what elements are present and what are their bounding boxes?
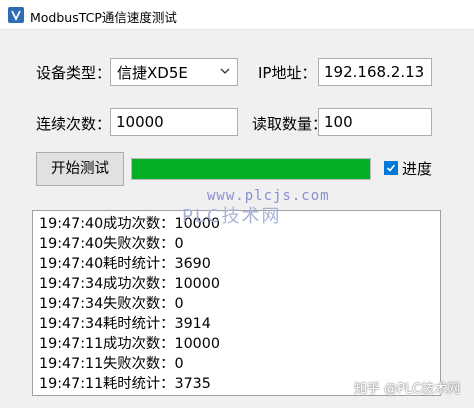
title-bar: ModbusTCP通信速度测试 xyxy=(0,0,474,30)
ip-address-label: IP地址： xyxy=(258,64,317,82)
log-line: 19:47:34成功次数：10000 xyxy=(39,276,220,292)
device-type-select[interactable]: 信捷XD5E xyxy=(110,58,238,86)
progress-bar-fill xyxy=(132,159,370,179)
read-quantity-input[interactable] xyxy=(319,109,431,135)
progress-bar xyxy=(131,158,371,180)
continuous-count-label: 连续次数： xyxy=(36,115,112,133)
chevron-down-icon xyxy=(220,68,230,74)
log-line: 19:47:34耗时统计：3914 xyxy=(39,316,211,332)
zhihu-watermark: 知乎 @PLC技术网 xyxy=(354,382,461,397)
log-line: 19:47:11失败次数：0 xyxy=(39,356,184,372)
progress-checkbox[interactable] xyxy=(384,161,398,175)
checkmark-icon xyxy=(386,164,396,172)
app-icon xyxy=(8,7,24,23)
log-listbox[interactable]: 19:47:40成功次数：10000 19:47:40失败次数：0 19:47:… xyxy=(32,210,441,396)
window-title: ModbusTCP通信速度测试 xyxy=(30,10,177,25)
device-type-value: 信捷XD5E xyxy=(117,64,188,82)
log-line: 19:47:11成功次数：10000 xyxy=(39,336,220,352)
log-line: 19:47:40耗时统计：3690 xyxy=(39,256,211,272)
log-line: 19:47:34失败次数：0 xyxy=(39,296,184,312)
continuous-count-input[interactable] xyxy=(111,109,237,135)
device-type-label: 设备类型： xyxy=(36,64,112,82)
read-quantity-label: 读取数量： xyxy=(252,115,328,133)
log-line: 19:47:11耗时统计：3735 xyxy=(39,376,211,392)
ip-address-input[interactable] xyxy=(319,59,431,85)
read-quantity-field[interactable] xyxy=(318,108,432,136)
site-name-watermark: PLC技术网 xyxy=(182,206,282,227)
ip-address-field[interactable] xyxy=(318,58,432,86)
progress-checkbox-label: 进度 xyxy=(402,160,433,178)
log-line: 19:47:40失败次数：0 xyxy=(39,236,184,252)
start-test-button[interactable]: 开始测试 xyxy=(36,152,124,186)
continuous-count-field[interactable] xyxy=(110,108,238,136)
